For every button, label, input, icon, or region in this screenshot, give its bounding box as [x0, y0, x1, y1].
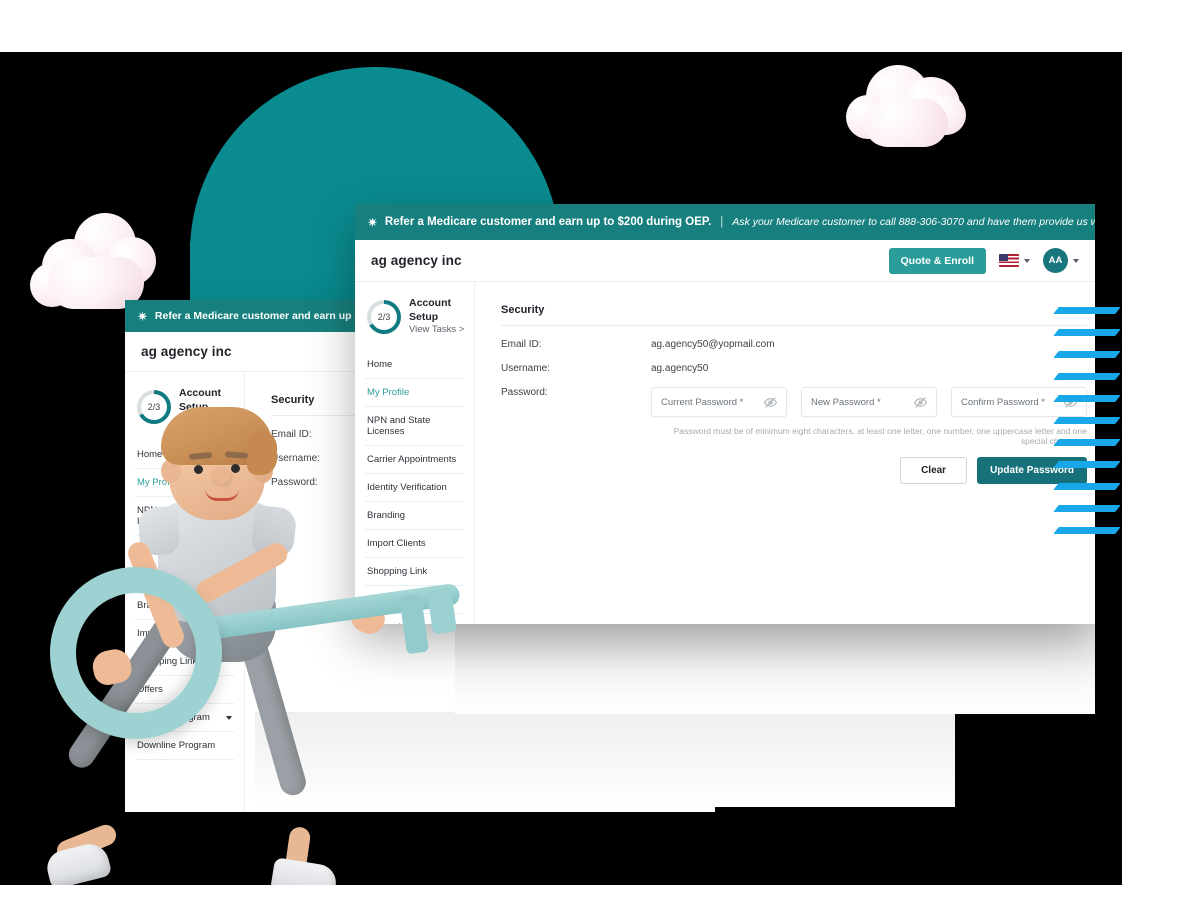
brand-title-back: ag agency inc	[141, 344, 232, 359]
sidebar-item-home[interactable]: Home	[365, 351, 464, 380]
character-shoe-front	[269, 857, 339, 885]
character-eye-right	[231, 464, 240, 473]
stripe	[1053, 395, 1121, 402]
progress-value-back: 2/3	[147, 401, 161, 412]
promo-separator: |	[720, 216, 724, 228]
foreground-app-window: ✷ Refer a Medicare customer and earn up …	[355, 204, 1095, 624]
stripe	[1053, 439, 1121, 446]
account-setup-widget[interactable]: 2/3 Account Setup View Tasks >	[355, 296, 474, 337]
progress-ring: 2/3	[367, 299, 401, 334]
password-field-1[interactable]: Current Password *	[651, 387, 787, 417]
progress-value: 2/3	[377, 311, 391, 322]
password-field-placeholder: Confirm Password *	[961, 396, 1045, 408]
locale-selector[interactable]	[999, 254, 1030, 267]
password-fields: Current Password * New Password * Confirm …	[651, 387, 1087, 417]
promo-banner: ✷ Refer a Medicare customer and earn up …	[355, 204, 1095, 240]
security-content: Security Email ID: ag.agency50@yopmail.c…	[475, 282, 1095, 624]
avatar: AA	[1043, 248, 1068, 273]
promo-headline: Refer a Medicare customer and earn up to…	[384, 216, 712, 228]
sidebar-item-my-profile[interactable]: My Profile	[365, 379, 464, 408]
giant-key-illustration	[15, 547, 461, 777]
stripe	[1053, 527, 1121, 534]
cloud-top-right-icon	[840, 52, 980, 152]
stripe	[1053, 373, 1121, 380]
username-label: Username:	[501, 363, 550, 374]
account-menu[interactable]: AA	[1043, 248, 1079, 273]
character-nose	[211, 467, 231, 484]
email-value: ag.agency50@yopmail.com	[651, 339, 775, 350]
stripe	[1053, 329, 1121, 336]
password-field-placeholder: Current Password *	[661, 396, 744, 408]
email-label: Email ID:	[501, 339, 542, 350]
sparkle-icon: ✷	[367, 214, 378, 230]
password-label: Password:	[501, 387, 548, 398]
sparkle-icon: ✷	[137, 308, 148, 324]
password-hint: Password must be of minimum eight charac…	[673, 426, 1087, 446]
chevron-down-icon	[1024, 258, 1030, 263]
password-row: Password: Current Password * New Password…	[501, 387, 1087, 484]
stripe	[1053, 461, 1121, 468]
us-flag-icon	[999, 254, 1019, 267]
password-field-2[interactable]: New Password *	[801, 387, 937, 417]
window-shadow-upper	[455, 624, 1095, 714]
quote-enroll-button[interactable]: Quote & Enroll	[888, 247, 986, 274]
email-row: Email ID: ag.agency50@yopmail.com	[501, 339, 1087, 350]
character-hair-side	[247, 431, 277, 475]
stripe	[1053, 351, 1121, 358]
sidebar-item-label: Home	[367, 359, 393, 371]
illustration-canvas: ✷ Refer a Medicare customer and earn up …	[0, 0, 1200, 900]
stripe	[1053, 505, 1121, 512]
sidebar-item-label: My Profile	[367, 387, 410, 399]
app-header: ag agency inc Quote & Enroll AA	[355, 240, 1095, 282]
form-actions: Clear Update Password	[651, 457, 1087, 484]
stripe	[1053, 307, 1121, 314]
promo-detail: Ask your Medicare customer to call 888-3…	[732, 216, 1095, 228]
dark-stage-background: ✷ Refer a Medicare customer and earn up …	[0, 52, 1122, 885]
view-tasks-link[interactable]: View Tasks >	[409, 324, 474, 337]
brand-title: ag agency inc	[371, 253, 462, 268]
app-body: 2/3 Account Setup View Tasks > Home My Pr…	[355, 282, 1095, 624]
clear-button[interactable]: Clear	[900, 457, 968, 484]
chevron-down-icon-account	[1073, 258, 1079, 263]
character-eye-left	[194, 465, 203, 474]
stripe	[1053, 483, 1121, 490]
diagonal-stripes-decor	[1053, 307, 1122, 557]
eye-off-icon[interactable]	[763, 396, 778, 409]
security-title: Security	[501, 304, 1087, 326]
key-bow-ring	[50, 567, 222, 739]
header-actions: Quote & Enroll AA	[888, 247, 1079, 274]
username-row: Username: ag.agency50	[501, 363, 1087, 374]
account-setup-title: Account Setup	[409, 297, 451, 324]
eye-off-icon[interactable]	[913, 396, 928, 409]
stripe	[1053, 417, 1121, 424]
username-value: ag.agency50	[651, 363, 709, 374]
password-field-placeholder: New Password *	[811, 396, 881, 408]
